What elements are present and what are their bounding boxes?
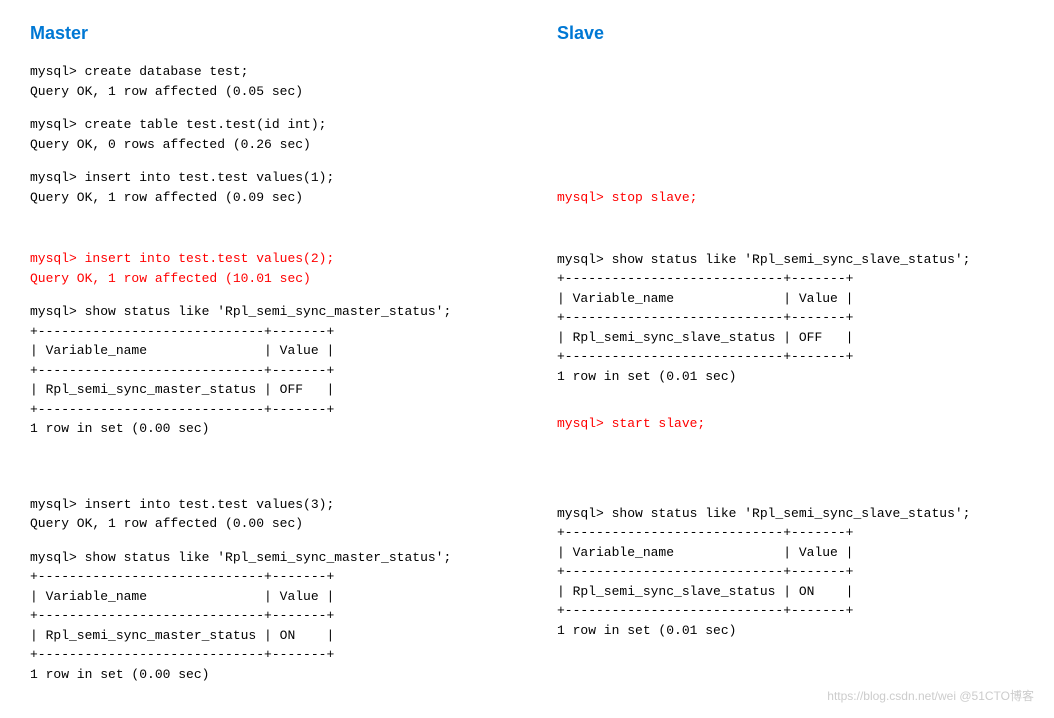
spacer [30, 481, 497, 495]
spacer [557, 90, 1024, 104]
slave-status-on: mysql> show status like 'Rpl_semi_sync_s… [557, 504, 1024, 641]
master-insert-3: mysql> insert into test.test values(3); … [30, 495, 497, 534]
spacer [557, 76, 1024, 90]
spacer [557, 104, 1024, 118]
spacer [30, 235, 497, 249]
spacer [557, 462, 1024, 476]
two-column-layout: Master mysql> create database test; Quer… [30, 20, 1024, 698]
slave-status-off: mysql> show status like 'Rpl_semi_sync_s… [557, 250, 1024, 387]
spacer [30, 453, 497, 467]
spacer [557, 118, 1024, 132]
spacer [557, 160, 1024, 174]
master-heading: Master [30, 20, 497, 47]
spacer [557, 400, 1024, 414]
slave-stop: mysql> stop slave; [557, 188, 1024, 208]
master-status-off: mysql> show status like 'Rpl_semi_sync_m… [30, 302, 497, 439]
spacer [557, 174, 1024, 188]
spacer [557, 236, 1024, 250]
spacer [557, 476, 1024, 490]
watermark-text: https://blog.csdn.net/wei @51CTO博客 [827, 687, 1034, 705]
spacer [557, 222, 1024, 236]
spacer [557, 132, 1024, 146]
spacer [557, 146, 1024, 160]
master-create-db: mysql> create database test; Query OK, 1… [30, 62, 497, 101]
slave-column: Slave mysql> stop slave; mysql> show sta… [557, 20, 1024, 698]
spacer [30, 467, 497, 481]
master-insert-2: mysql> insert into test.test values(2); … [30, 249, 497, 288]
master-column: Master mysql> create database test; Quer… [30, 20, 497, 698]
spacer [30, 221, 497, 235]
master-insert-1: mysql> insert into test.test values(1); … [30, 168, 497, 207]
spacer [557, 490, 1024, 504]
slave-heading: Slave [557, 20, 1024, 47]
master-create-table: mysql> create table test.test(id int); Q… [30, 115, 497, 154]
slave-start: mysql> start slave; [557, 414, 1024, 434]
master-status-on: mysql> show status like 'Rpl_semi_sync_m… [30, 548, 497, 685]
spacer [557, 62, 1024, 76]
spacer [557, 448, 1024, 462]
